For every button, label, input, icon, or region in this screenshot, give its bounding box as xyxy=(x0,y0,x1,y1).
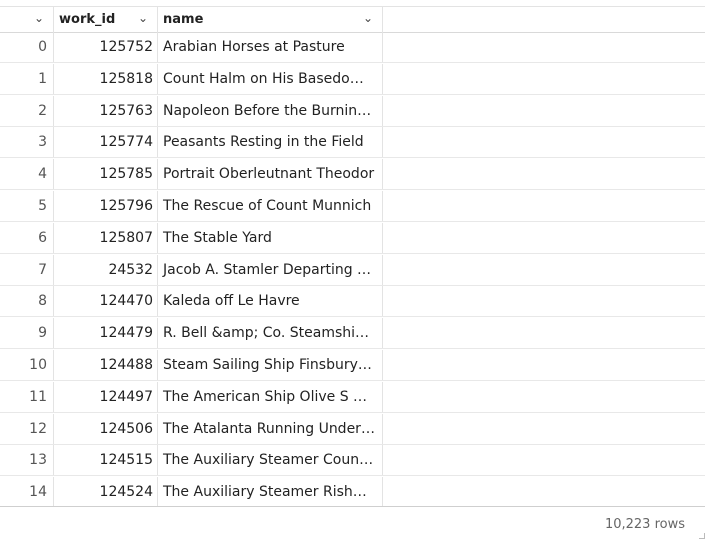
name-cell[interactable]: Peasants Resting in the Field xyxy=(158,127,383,158)
name-cell[interactable]: Kaleda off Le Havre xyxy=(158,286,383,317)
row-index-cell[interactable]: 5 xyxy=(0,191,54,221)
row-index-cell[interactable]: 8 xyxy=(0,286,54,317)
table-row[interactable]: 6 125807 The Stable Yard xyxy=(0,222,705,254)
table-row[interactable]: 10 124488 Steam Sailing Ship Finsbury in xyxy=(0,350,705,381)
table-row[interactable]: 4 125785 Portrait Oberleutnant Theodor xyxy=(0,159,705,191)
table-row[interactable]: 8 124470 Kaleda off Le Havre xyxy=(0,286,705,318)
header-index-column[interactable]: ⌄ xyxy=(0,7,54,32)
work-id-cell[interactable]: 124524 xyxy=(54,477,158,506)
table-row[interactable]: 12 124506 The Atalanta Running Under Sail xyxy=(0,413,705,445)
work-id-cell[interactable]: 124506 xyxy=(54,413,158,444)
name-cell[interactable]: Jacob A. Stamler Departing Le Havre xyxy=(158,254,383,285)
row-index-cell[interactable]: 3 xyxy=(0,127,54,158)
table-row[interactable]: 5 125796 The Rescue of Count Munnich xyxy=(0,191,705,222)
header-work-id-column[interactable]: work_id ⌄ xyxy=(54,7,158,32)
name-cell[interactable]: The Stable Yard xyxy=(158,222,383,253)
work-id-cell[interactable]: 124497 xyxy=(54,381,158,412)
name-cell[interactable]: The Atalanta Running Under Sail xyxy=(158,413,383,444)
work-id-cell[interactable]: 124470 xyxy=(54,286,158,317)
header-name-label: name xyxy=(163,12,204,27)
name-cell[interactable]: Steam Sailing Ship Finsbury in xyxy=(158,350,383,380)
work-id-cell[interactable]: 24532 xyxy=(54,254,158,285)
row-index-cell[interactable]: 0 xyxy=(0,32,54,62)
header-work-id-label: work_id xyxy=(59,12,116,27)
table-footer: 10,223 rows xyxy=(0,507,705,543)
chevron-down-icon[interactable]: ⌄ xyxy=(34,11,44,25)
row-index-cell[interactable]: 4 xyxy=(0,159,54,190)
work-id-cell[interactable]: 124488 xyxy=(54,350,158,380)
work-id-cell[interactable]: 125774 xyxy=(54,127,158,158)
name-cell[interactable]: The Rescue of Count Munnich xyxy=(158,191,383,221)
table-row[interactable]: 14 124524 The Auxiliary Steamer Rishangles xyxy=(0,477,705,506)
row-index-cell[interactable]: 10 xyxy=(0,350,54,380)
table-row[interactable]: 3 125774 Peasants Resting in the Field xyxy=(0,127,705,159)
work-id-cell[interactable]: 125763 xyxy=(54,95,158,126)
table-row[interactable]: 13 124515 The Auxiliary Steamer Countess xyxy=(0,445,705,477)
name-cell[interactable]: The Auxiliary Steamer Rishangles xyxy=(158,477,383,506)
name-cell[interactable]: The American Ship Olive S Southard xyxy=(158,381,383,412)
row-index-cell[interactable]: 11 xyxy=(0,381,54,412)
row-index-cell[interactable]: 6 xyxy=(0,222,54,253)
name-cell[interactable]: Arabian Horses at Pasture xyxy=(158,32,383,62)
work-id-cell[interactable]: 125752 xyxy=(54,32,158,62)
row-index-cell[interactable]: 2 xyxy=(0,95,54,126)
row-index-cell[interactable]: 14 xyxy=(0,477,54,506)
resize-grip-icon[interactable] xyxy=(699,533,705,539)
table-row[interactable]: 2125763Napoleon Before the Burning of Mo… xyxy=(0,95,705,127)
name-cell[interactable]: The Auxiliary Steamer Countess xyxy=(158,445,383,476)
row-index-cell[interactable]: 12 xyxy=(0,413,54,444)
row-index-cell[interactable]: 7 xyxy=(0,254,54,285)
row-index-cell[interactable]: 13 xyxy=(0,445,54,476)
name-cell[interactable]: Count Halm on His Basedow Horse xyxy=(158,63,383,94)
table-row[interactable]: 724532Jacob A. Stamler Departing Le Havr… xyxy=(0,254,705,286)
row-count: 10,223 rows xyxy=(604,517,685,532)
work-id-cell[interactable]: 124479 xyxy=(54,318,158,349)
name-cell[interactable]: Napoleon Before the Burning of Moscow xyxy=(158,95,383,126)
chevron-down-icon[interactable]: ⌄ xyxy=(363,11,373,25)
work-id-cell[interactable]: 125807 xyxy=(54,222,158,253)
chevron-down-icon[interactable]: ⌄ xyxy=(138,11,148,25)
work-id-cell[interactable]: 125818 xyxy=(54,63,158,94)
work-id-cell[interactable]: 125796 xyxy=(54,191,158,221)
table-row[interactable]: 1 125818 Count Halm on His Basedow Horse xyxy=(0,63,705,95)
name-cell[interactable]: R. Bell &amp; Co. Steamship Company xyxy=(158,318,383,349)
work-id-cell[interactable]: 124515 xyxy=(54,445,158,476)
row-index-cell[interactable]: 1 xyxy=(0,63,54,94)
work-id-cell[interactable]: 125785 xyxy=(54,159,158,190)
table-row[interactable]: 11124497The American Ship Olive S Southa… xyxy=(0,381,705,413)
data-table: ⌄ work_id ⌄ name ⌄ 0 125752 Arabian Horses… xyxy=(0,0,705,507)
header-name-column[interactable]: name ⌄ xyxy=(158,7,383,32)
table-row[interactable]: 9124479R. Bell &amp; Co. Steamship Compa… xyxy=(0,318,705,350)
table-row[interactable]: 0 125752 Arabian Horses at Pasture xyxy=(0,32,705,63)
row-index-cell[interactable]: 9 xyxy=(0,318,54,349)
name-cell[interactable]: Portrait Oberleutnant Theodor xyxy=(158,159,383,190)
table-header: ⌄ work_id ⌄ name ⌄ xyxy=(0,6,705,33)
